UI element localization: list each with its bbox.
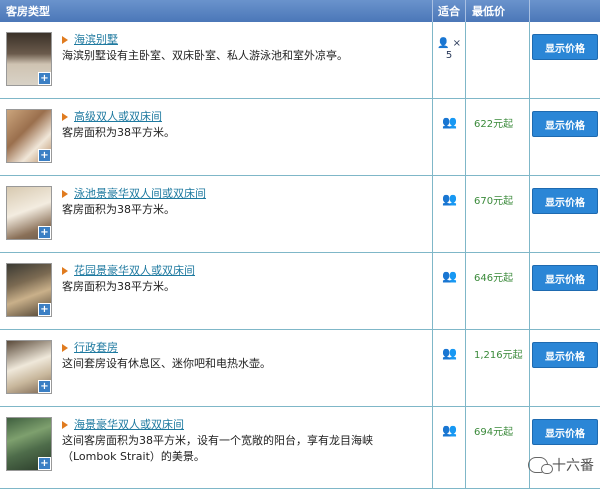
table-row: + 花园景豪华双人或双床间 客房面积为38平方米。 👥 646元起 显示价格	[0, 253, 600, 330]
occupancy-indicator: 👤 × 5	[437, 38, 461, 98]
expand-icon[interactable]: +	[38, 303, 51, 316]
bullet-arrow-icon	[62, 421, 68, 429]
show-price-button[interactable]: 显示价格	[532, 111, 598, 137]
room-description: 客房面积为38平方米。	[62, 126, 175, 139]
room-photo[interactable]: +	[6, 340, 52, 394]
table-row: + 行政套房 这间套房设有休息区、迷你吧和电热水壶。 👥 1,216元起 显示价…	[0, 330, 600, 407]
room-photo[interactable]: +	[6, 109, 52, 163]
two-persons-icon: 👥	[442, 192, 457, 206]
two-persons-icon: 👥	[442, 269, 457, 283]
bullet-arrow-icon	[62, 267, 68, 275]
header-action	[530, 0, 600, 22]
expand-icon[interactable]: +	[38, 226, 51, 239]
table-row: + 泳池景豪华双人间或双床间 客房面积为38平方米。 👥 670元起 显示价格	[0, 176, 600, 253]
table-row: + 海滨别墅 海滨别墅设有主卧室、双床卧室、私人游泳池和室外凉亭。 👤 × 5 …	[0, 22, 600, 99]
expand-icon[interactable]: +	[38, 72, 51, 85]
table-row: + 高级双人或双床间 客房面积为38平方米。 👥 622元起 显示价格	[0, 99, 600, 176]
two-persons-icon: 👥	[442, 346, 457, 360]
two-persons-icon: 👥	[442, 423, 457, 437]
room-photo[interactable]: +	[6, 263, 52, 317]
price-cell: 1,216元起	[466, 330, 530, 406]
expand-icon[interactable]: +	[38, 457, 51, 470]
table-header: 客房类型 适合 最低价	[0, 0, 600, 22]
watermark-text: 十六番	[552, 458, 594, 474]
person-icon: 👤	[436, 38, 450, 49]
wechat-icon	[528, 457, 553, 474]
occupancy-times: ×	[452, 38, 462, 49]
price-cell: 622元起	[466, 99, 530, 175]
room-description: 这间客房面积为38平方米，设有一个宽敞的阳台，享有龙目海峡（Lombok Str…	[62, 434, 373, 463]
bullet-arrow-icon	[62, 190, 68, 198]
two-persons-icon: 👥	[442, 115, 457, 129]
table-row: + 海景豪华双人或双床间 这间客房面积为38平方米，设有一个宽敞的阳台，享有龙目…	[0, 407, 600, 489]
price-cell: 670元起	[466, 176, 530, 252]
header-lowest-price: 最低价	[466, 0, 530, 22]
bullet-arrow-icon	[62, 36, 68, 44]
show-price-button[interactable]: 显示价格	[532, 34, 598, 60]
room-description: 客房面积为38平方米。	[62, 203, 175, 216]
expand-icon[interactable]: +	[38, 149, 51, 162]
room-title-link[interactable]: 行政套房	[74, 340, 118, 356]
bullet-arrow-icon	[62, 344, 68, 352]
show-price-button[interactable]: 显示价格	[532, 265, 598, 291]
room-title-link[interactable]: 泳池景豪华双人间或双床间	[74, 186, 206, 202]
room-title-link[interactable]: 花园景豪华双人或双床间	[74, 263, 195, 279]
price-cell: 646元起	[466, 253, 530, 329]
show-price-button[interactable]: 显示价格	[532, 419, 598, 445]
watermark: 十六番	[528, 455, 594, 475]
room-title-link[interactable]: 海景豪华双人或双床间	[74, 417, 184, 433]
room-photo[interactable]: +	[6, 32, 52, 86]
header-fits: 适合	[433, 0, 466, 22]
room-table: 客房类型 适合 最低价 + 海滨别墅 海滨别墅设有主卧室、双床卧室、私人游泳池和…	[0, 0, 600, 489]
expand-icon[interactable]: +	[38, 380, 51, 393]
room-photo[interactable]: +	[6, 186, 52, 240]
show-price-button[interactable]: 显示价格	[532, 188, 598, 214]
price-cell	[466, 22, 530, 98]
room-description: 海滨别墅设有主卧室、双床卧室、私人游泳池和室外凉亭。	[62, 49, 348, 62]
room-photo[interactable]: +	[6, 417, 52, 471]
room-title-link[interactable]: 高级双人或双床间	[74, 109, 162, 125]
occupancy-count: 5	[445, 50, 453, 61]
room-description: 客房面积为38平方米。	[62, 280, 175, 293]
price-cell: 694元起	[466, 407, 530, 488]
header-room-type: 客房类型	[0, 0, 433, 22]
bullet-arrow-icon	[62, 113, 68, 121]
room-description: 这间套房设有休息区、迷你吧和电热水壶。	[62, 357, 271, 370]
show-price-button[interactable]: 显示价格	[532, 342, 598, 368]
room-title-link[interactable]: 海滨别墅	[74, 32, 118, 48]
